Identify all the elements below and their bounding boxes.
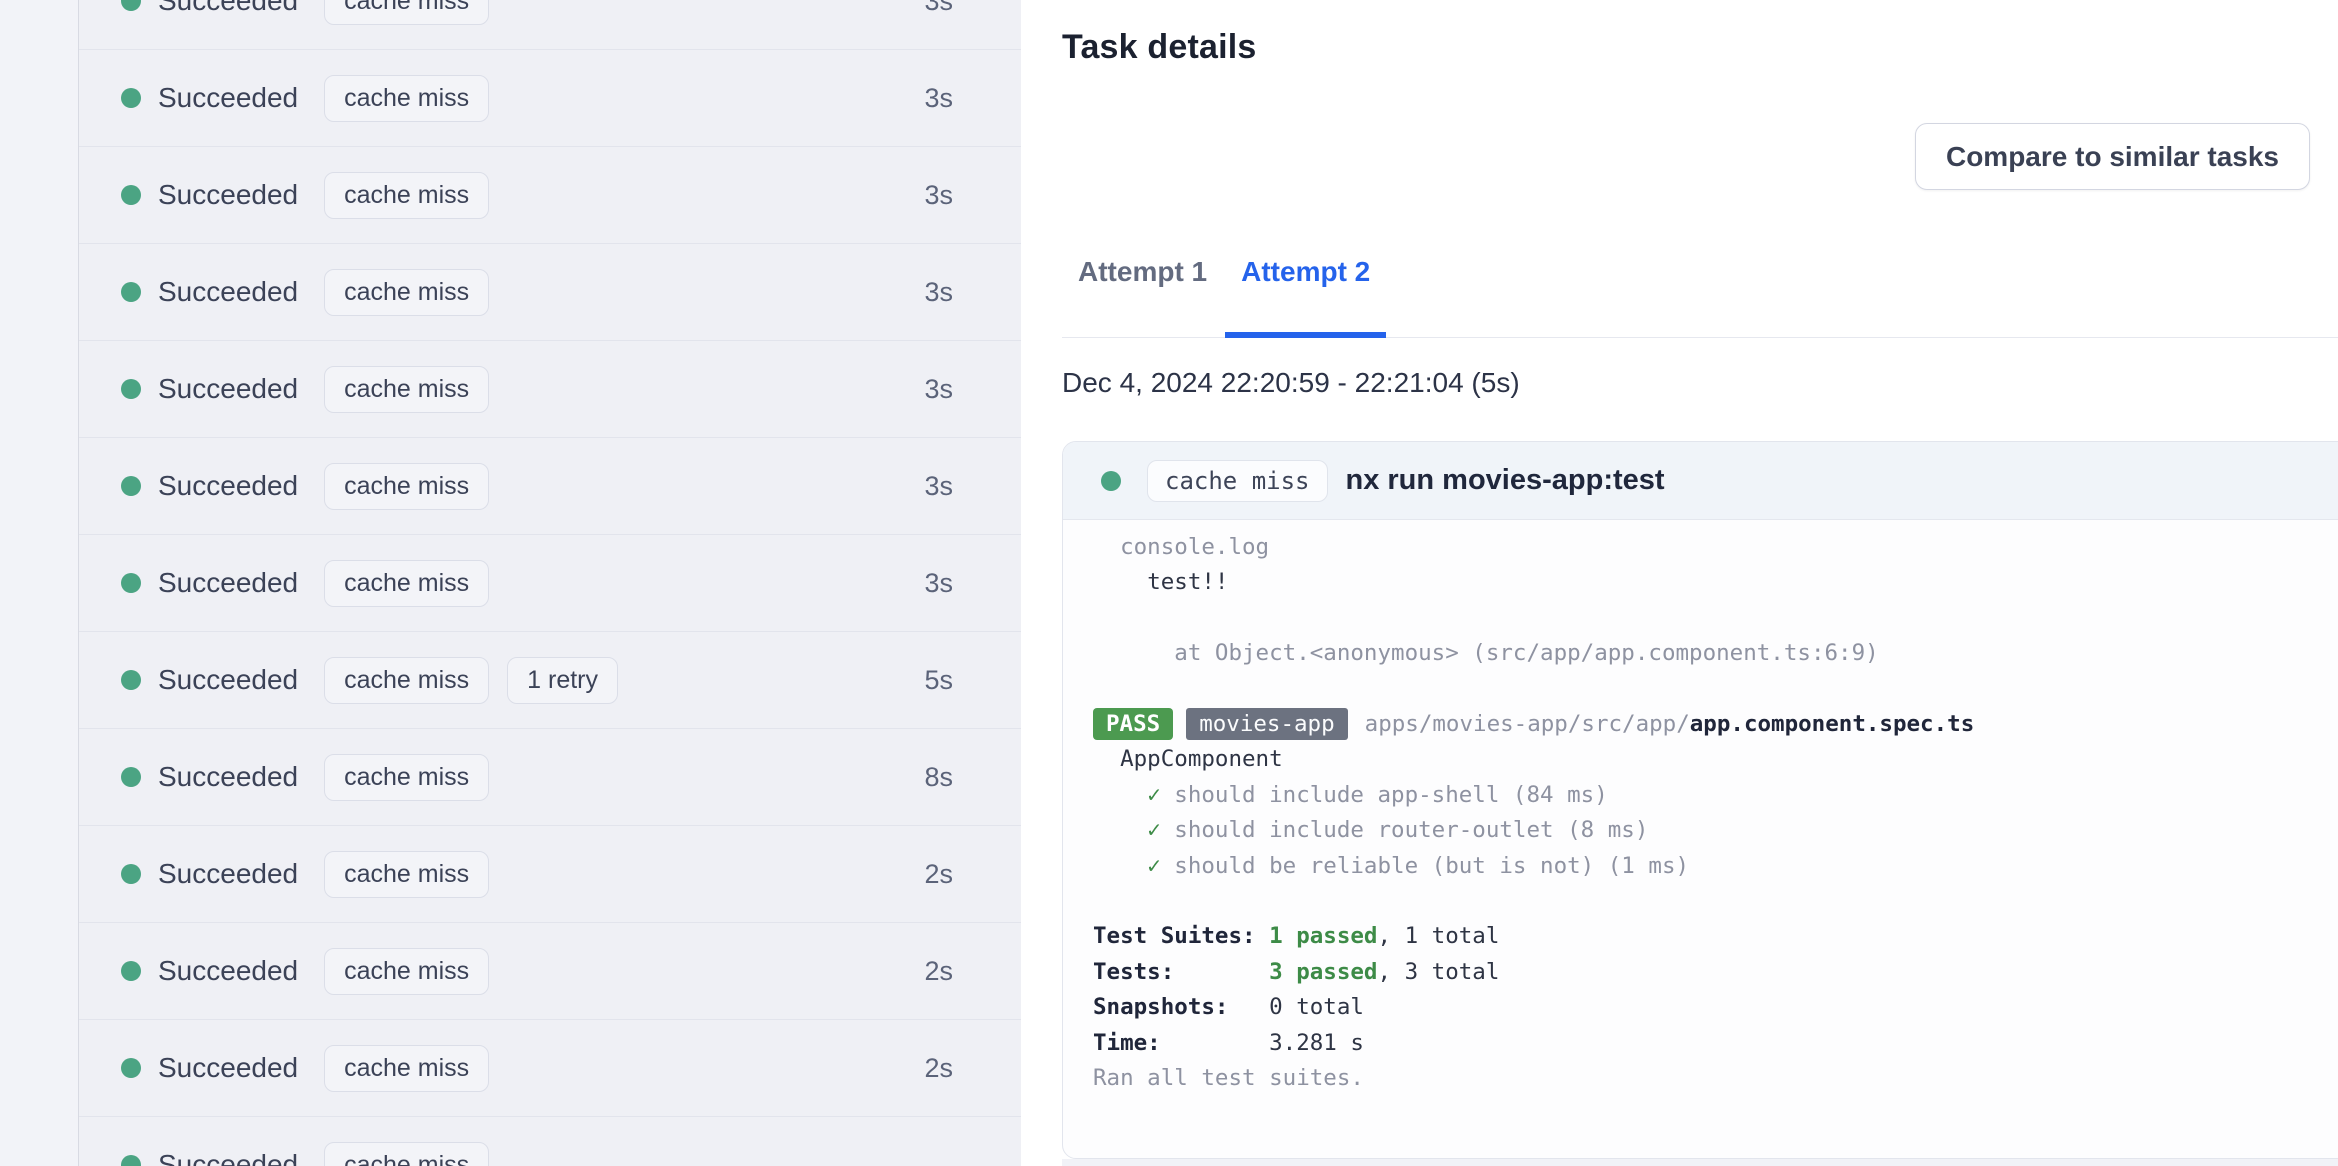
task-duration: 3s (924, 179, 953, 210)
task-badge: cache miss (324, 1141, 490, 1166)
task-badge: cache miss (324, 656, 490, 704)
task-row[interactable]: Succeeded cache miss 1 retry 5s (79, 632, 1021, 729)
task-badges: cache miss (324, 0, 490, 25)
task-badge: cache miss (324, 268, 490, 316)
cache-status-badge: cache miss (1147, 459, 1328, 502)
compare-to-similar-tasks-button[interactable]: Compare to similar tasks (1914, 123, 2310, 190)
task-status-label: Succeeded (158, 0, 299, 16)
task-duration: 2s (924, 955, 953, 986)
task-badge: cache miss (324, 171, 490, 219)
task-badge: cache miss (324, 850, 490, 898)
task-duration: 3s (924, 470, 953, 501)
task-status-label: Succeeded (158, 179, 299, 210)
task-badges: cache miss (324, 1044, 490, 1092)
task-badge: cache miss (324, 1044, 490, 1092)
status-success-icon (121, 573, 141, 593)
task-status-label: Succeeded (158, 664, 299, 695)
task-row[interactable]: Succeeded cache miss 2s (79, 826, 1021, 923)
task-badges: cache miss (324, 462, 490, 510)
task-row[interactable]: Succeeded cache miss 3s (79, 147, 1021, 244)
task-status-label: Succeeded (158, 858, 299, 889)
task-badges: cache miss (324, 171, 490, 219)
attempt-time-range: Dec 4, 2024 22:20:59 - 22:21:04 (5s) (1062, 367, 1520, 398)
task-duration: 8s (924, 761, 953, 792)
task-row[interactable]: Succeeded cache miss 2s (79, 1020, 1021, 1117)
task-status-label: Succeeded (158, 761, 299, 792)
task-duration: 3s (924, 276, 953, 307)
task-details-panel: Task details Compare to similar tasks At… (1021, 0, 2338, 1166)
status-success-icon (121, 0, 141, 11)
task-badges: cache miss (324, 268, 490, 316)
status-success-icon (1101, 470, 1121, 491)
status-success-icon (121, 864, 141, 884)
task-card: cache miss nx run movies-app:test consol… (1062, 441, 2338, 1159)
status-success-icon (121, 961, 141, 981)
terminal-output[interactable]: console.log test!! at Object.<anonymous>… (1063, 520, 2338, 1097)
status-success-icon (121, 670, 141, 690)
task-duration: 2s (924, 858, 953, 889)
task-status-label: Succeeded (158, 373, 299, 404)
task-badges: cache miss (324, 74, 490, 122)
task-row[interactable]: Succeeded cache miss 2s (79, 923, 1021, 1020)
status-success-icon (121, 88, 141, 108)
tab-attempt-2[interactable]: Attempt 2 (1225, 248, 1387, 338)
task-row[interactable]: Succeeded cache miss 3s (79, 438, 1021, 535)
task-badges: cache miss (324, 850, 490, 898)
task-status-label: Succeeded (158, 82, 299, 113)
task-row[interactable]: Succeeded cache miss 3s (79, 244, 1021, 341)
task-row[interactable]: Succeeded cache miss 3s (79, 535, 1021, 632)
status-success-icon (121, 767, 141, 787)
task-row[interactable]: Succeeded cache miss 3s (79, 0, 1021, 50)
task-duration: 2s (924, 1052, 953, 1083)
task-duration: 3s (924, 373, 953, 404)
task-row[interactable]: Succeeded cache miss 3s (79, 341, 1021, 438)
task-rows: Succeeded cache miss 3s Succeeded cache … (79, 0, 1021, 1166)
status-success-icon (121, 1155, 141, 1166)
page-background-strip (1062, 1159, 2338, 1166)
task-badges: cache miss (324, 559, 490, 607)
task-command-title: nx run movies-app:test (1345, 464, 1665, 496)
task-badge: 1 retry (507, 656, 619, 704)
status-success-icon (121, 1058, 141, 1078)
task-status-label: Succeeded (158, 955, 299, 986)
task-badges: cache miss (324, 947, 490, 995)
task-duration: 3s (924, 0, 953, 16)
task-badges: cache miss (324, 1141, 490, 1166)
tab-attempt-1[interactable]: Attempt 1 (1062, 248, 1223, 338)
task-badges: cache miss (324, 753, 490, 801)
page-title: Task details (1062, 28, 1257, 66)
attempt-tabs: Attempt 1 Attempt 2 (1062, 248, 2338, 338)
status-success-icon (121, 379, 141, 399)
task-badge: cache miss (324, 462, 490, 510)
task-badge: cache miss (324, 753, 490, 801)
task-badge: cache miss (324, 0, 490, 25)
task-badge: cache miss (324, 74, 490, 122)
task-duration: 5s (924, 664, 953, 695)
task-badges: cache miss (324, 365, 490, 413)
task-badge: cache miss (324, 559, 490, 607)
task-card-header[interactable]: cache miss nx run movies-app:test (1063, 442, 2338, 520)
task-row[interactable]: Succeeded cache miss (79, 1117, 1021, 1166)
task-status-label: Succeeded (158, 567, 299, 598)
task-status-label: Succeeded (158, 1052, 299, 1083)
task-row[interactable]: Succeeded cache miss 8s (79, 729, 1021, 826)
status-success-icon (121, 282, 141, 302)
task-badge: cache miss (324, 947, 490, 995)
task-status-label: Succeeded (158, 470, 299, 501)
task-duration: 3s (924, 567, 953, 598)
task-badge: cache miss (324, 365, 490, 413)
task-status-label: Succeeded (158, 276, 299, 307)
task-row[interactable]: Succeeded cache miss 3s (79, 50, 1021, 147)
task-duration: 3s (924, 82, 953, 113)
status-success-icon (121, 185, 141, 205)
task-status-label: Succeeded (158, 1149, 299, 1166)
status-success-icon (121, 476, 141, 496)
task-list: Succeeded cache miss 3s Succeeded cache … (78, 0, 1022, 1166)
task-badges: cache miss 1 retry (324, 656, 619, 704)
